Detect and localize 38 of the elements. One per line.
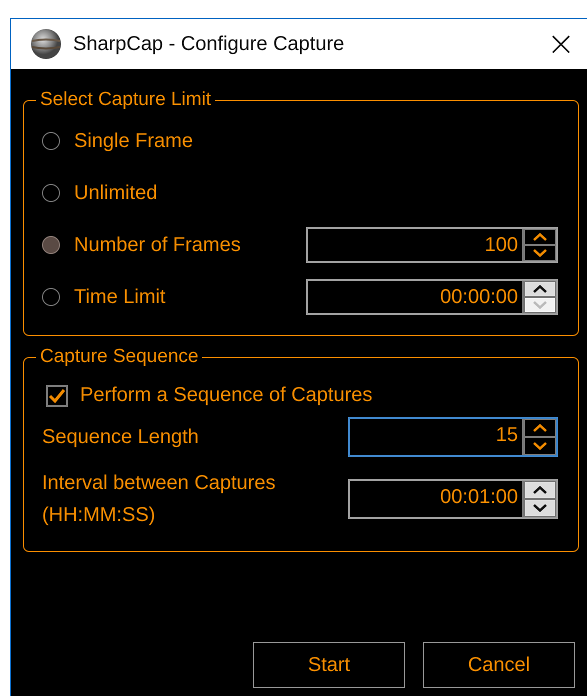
radio-option[interactable]: Time Limit <box>42 286 166 308</box>
decrement-button[interactable] <box>524 437 556 455</box>
spinner-value: 100 <box>484 233 519 258</box>
radio-label: Single Frame <box>74 130 193 152</box>
spinner-value: 00:00:00 <box>439 285 519 310</box>
planet-icon <box>29 27 63 61</box>
group-title: Select Capture Limit <box>39 89 212 111</box>
radio-button[interactable] <box>42 184 60 202</box>
group-title: Capture Sequence <box>39 346 200 368</box>
field-label: Sequence Length <box>42 425 199 450</box>
radio-label: Time Limit <box>74 286 166 308</box>
spinner-value: 00:01:00 <box>439 485 519 510</box>
increment-button[interactable] <box>524 229 556 245</box>
dialog-button[interactable]: Start <box>253 642 405 688</box>
spinner-value: 15 <box>494 423 519 448</box>
radio-option[interactable]: Unlimited <box>42 182 158 204</box>
field-label: Interval between Captures (HH:MM:SS) <box>42 471 276 528</box>
decrement-button[interactable] <box>524 245 556 261</box>
dialog-button[interactable]: Cancel <box>423 642 575 688</box>
decrement-button[interactable] <box>524 499 556 517</box>
increment-button[interactable] <box>524 419 556 437</box>
radio-option[interactable]: Single Frame <box>42 130 193 152</box>
number-spinner[interactable]: 15 <box>348 417 558 457</box>
radio-label: Number of Frames <box>74 234 241 256</box>
radio-option[interactable]: Number of Frames <box>42 234 241 256</box>
checkmark-icon <box>48 388 66 404</box>
close-button[interactable]: × <box>535 24 587 64</box>
radio-button[interactable] <box>42 288 60 306</box>
radio-button[interactable] <box>42 132 60 150</box>
checkbox[interactable] <box>46 384 68 406</box>
number-spinner[interactable]: 00:01:00 <box>348 479 558 519</box>
increment-button[interactable] <box>524 481 556 499</box>
radio-button[interactable] <box>42 236 60 254</box>
radio-label: Unlimited <box>74 182 158 204</box>
window-title: SharpCap - Configure Capture <box>73 32 346 56</box>
number-spinner[interactable]: 100 <box>306 227 558 263</box>
checkbox-label: Perform a Sequence of Captures <box>80 384 372 407</box>
checkbox-option[interactable]: Perform a Sequence of Captures <box>46 384 558 407</box>
